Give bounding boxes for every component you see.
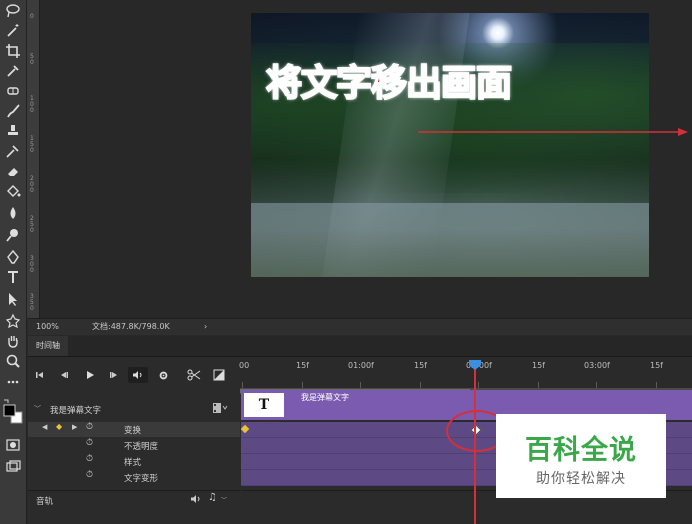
crop-tool-icon[interactable] bbox=[2, 42, 24, 60]
ruler-tick: 2 0 0 bbox=[30, 175, 34, 194]
film-strip-icon[interactable] bbox=[212, 402, 228, 417]
watermark-title: 百科全说 bbox=[525, 435, 637, 466]
mute-audio-icon[interactable] bbox=[128, 367, 148, 383]
ruler-label: 00 bbox=[239, 361, 250, 370]
document-status-bar: 100% 文档:487.8K/798.0K › bbox=[28, 318, 692, 335]
timeline-tab-bar: 时间轴 bbox=[28, 336, 692, 357]
add-keyframe-icon[interactable]: ◆ bbox=[56, 422, 62, 431]
ruler-tick: 3 5 0 bbox=[30, 293, 34, 312]
stopwatch-icon[interactable]: ⏱ bbox=[86, 454, 93, 464]
history-brush-tool-icon[interactable] bbox=[2, 142, 24, 160]
document-size-info: 文档:487.8K/798.0K bbox=[92, 322, 170, 331]
vertical-ruler: 0 5 0 1 0 0 1 5 0 2 0 0 2 5 0 3 0 0 3 5 … bbox=[27, 0, 40, 318]
property-label: 变换 bbox=[124, 426, 142, 436]
expand-chevron-icon[interactable]: ﹀ bbox=[34, 404, 41, 414]
next-frame-icon[interactable] bbox=[108, 367, 120, 383]
layer-group-row[interactable]: ﹀ 我是弹幕文字 bbox=[28, 400, 240, 418]
property-row-style[interactable]: ⏱ 样式 bbox=[28, 454, 240, 469]
next-keyframe-icon[interactable]: ▶ bbox=[72, 423, 77, 431]
magic-wand-tool-icon[interactable] bbox=[2, 22, 24, 40]
custom-shape-tool-icon[interactable] bbox=[2, 312, 24, 330]
clip-name: 我是弹幕文字 bbox=[301, 393, 349, 402]
split-scissors-icon[interactable] bbox=[186, 367, 202, 383]
ruler-tick: 3 0 0 bbox=[30, 255, 34, 274]
stopwatch-icon[interactable]: ⏱ bbox=[86, 438, 93, 448]
clip-thumbnail: T bbox=[244, 393, 284, 417]
hand-tool-icon[interactable] bbox=[2, 332, 24, 350]
prev-keyframe-icon[interactable]: ◀ bbox=[42, 423, 47, 431]
property-label: 文字变形 bbox=[124, 474, 159, 484]
clone-stamp-tool-icon[interactable] bbox=[2, 122, 24, 140]
ruler-label: 15f bbox=[296, 361, 309, 370]
canvas-overlay-text: 将文字移出画面 bbox=[265, 62, 513, 105]
timeline-ruler[interactable]: 00 15f 01:00f 15f 02:00f 15f 03:00f 15f bbox=[239, 358, 692, 389]
brush-tool-icon[interactable] bbox=[2, 102, 24, 120]
paint-bucket-tool-icon[interactable] bbox=[2, 182, 24, 200]
play-icon[interactable] bbox=[84, 367, 96, 383]
layer-name: 我是弹幕文字 bbox=[50, 406, 102, 416]
ruler-label: 01:00f bbox=[348, 361, 374, 370]
type-tool-icon[interactable] bbox=[2, 268, 24, 286]
property-row-text-warp[interactable]: ⏱ 文字变形 bbox=[28, 470, 240, 485]
watermark-subtitle: 助你轻松解决 bbox=[536, 471, 626, 487]
stopwatch-icon[interactable]: ⏱ bbox=[86, 422, 93, 432]
path-selection-tool-icon[interactable] bbox=[2, 290, 24, 308]
property-row-opacity[interactable]: ⏱ 不透明度 bbox=[28, 438, 240, 453]
tab-timeline[interactable]: 时间轴 bbox=[28, 336, 68, 356]
ruler-label: 15f bbox=[414, 361, 427, 370]
watermark-logo: 百科全说 助你轻松解决 bbox=[496, 414, 666, 498]
music-note-icon[interactable]: ♫ bbox=[208, 492, 217, 503]
ruler-tick: 5 0 bbox=[30, 53, 34, 66]
eraser-tool-icon[interactable] bbox=[2, 162, 24, 180]
zoom-tool-icon[interactable] bbox=[2, 352, 24, 370]
go-to-first-frame-icon[interactable] bbox=[34, 367, 46, 383]
playhead-handle-icon[interactable] bbox=[468, 359, 482, 371]
audio-track-label: 音轨 bbox=[36, 497, 54, 507]
zoom-level[interactable]: 100% bbox=[36, 319, 59, 335]
blur-tool-icon[interactable] bbox=[2, 204, 24, 222]
dodge-tool-icon[interactable] bbox=[2, 226, 24, 244]
quick-mask-icon[interactable] bbox=[2, 436, 24, 454]
audio-menu-chevron-icon[interactable]: ﹀ bbox=[221, 495, 227, 504]
more-tools-icon[interactable] bbox=[2, 372, 24, 390]
ruler-label: 03:00f bbox=[584, 361, 610, 370]
ruler-label: 15f bbox=[650, 361, 663, 370]
image-ground bbox=[251, 203, 649, 277]
property-label: 样式 bbox=[124, 458, 142, 468]
stopwatch-icon[interactable]: ⏱ bbox=[86, 470, 93, 480]
playback-controls bbox=[28, 358, 238, 392]
audio-track-row[interactable]: 音轨 ♫ ﹀ bbox=[28, 490, 240, 509]
tools-panel bbox=[0, 0, 27, 524]
ruler-tick: 2 5 0 bbox=[30, 215, 34, 234]
ruler-label: 15f bbox=[532, 361, 545, 370]
healing-brush-tool-icon[interactable] bbox=[2, 82, 24, 100]
screen-mode-icon[interactable] bbox=[2, 458, 24, 476]
property-label: 不透明度 bbox=[124, 442, 159, 452]
pen-tool-icon[interactable] bbox=[2, 248, 24, 266]
forest-night-image bbox=[251, 13, 649, 277]
timeline-layers-column: ﹀ 我是弹幕文字 ◀ ◆ ▶ ⏱ 变换 ⏱ 不透明度 ⏱ 样式 ⏱ 文字变形 音… bbox=[28, 394, 240, 524]
status-menu-arrow[interactable]: › bbox=[204, 319, 207, 335]
property-row-transform[interactable]: ◀ ◆ ▶ ⏱ 变换 bbox=[28, 422, 240, 437]
settings-gear-icon[interactable] bbox=[156, 367, 170, 383]
ruler-tick: 0 bbox=[30, 13, 34, 20]
foreground-background-color-icon[interactable] bbox=[2, 392, 24, 434]
ruler-tick: 1 5 0 bbox=[30, 135, 34, 154]
eyedropper-tool-icon[interactable] bbox=[2, 62, 24, 80]
audio-volume-icon[interactable] bbox=[190, 494, 202, 507]
transition-icon[interactable] bbox=[212, 367, 226, 383]
lasso-tool-icon[interactable] bbox=[2, 2, 24, 20]
red-arrow-annotation bbox=[418, 128, 688, 136]
ruler-tick: 1 0 0 bbox=[30, 95, 34, 114]
previous-frame-icon[interactable] bbox=[58, 367, 70, 383]
